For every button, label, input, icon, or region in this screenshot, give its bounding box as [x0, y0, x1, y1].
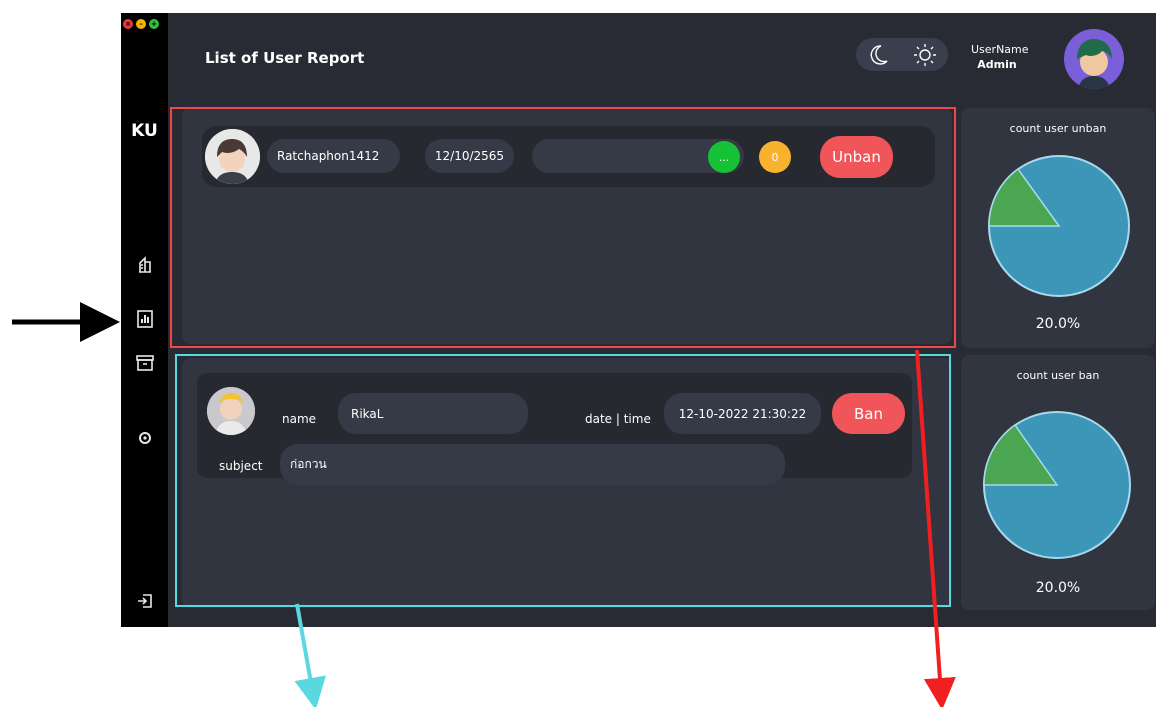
annotation-overlay — [12, 107, 956, 707]
arrow-cyan — [294, 603, 326, 707]
ban-highlight-box — [175, 354, 951, 607]
arrow-red — [915, 349, 956, 707]
unban-highlight-box — [170, 107, 956, 348]
